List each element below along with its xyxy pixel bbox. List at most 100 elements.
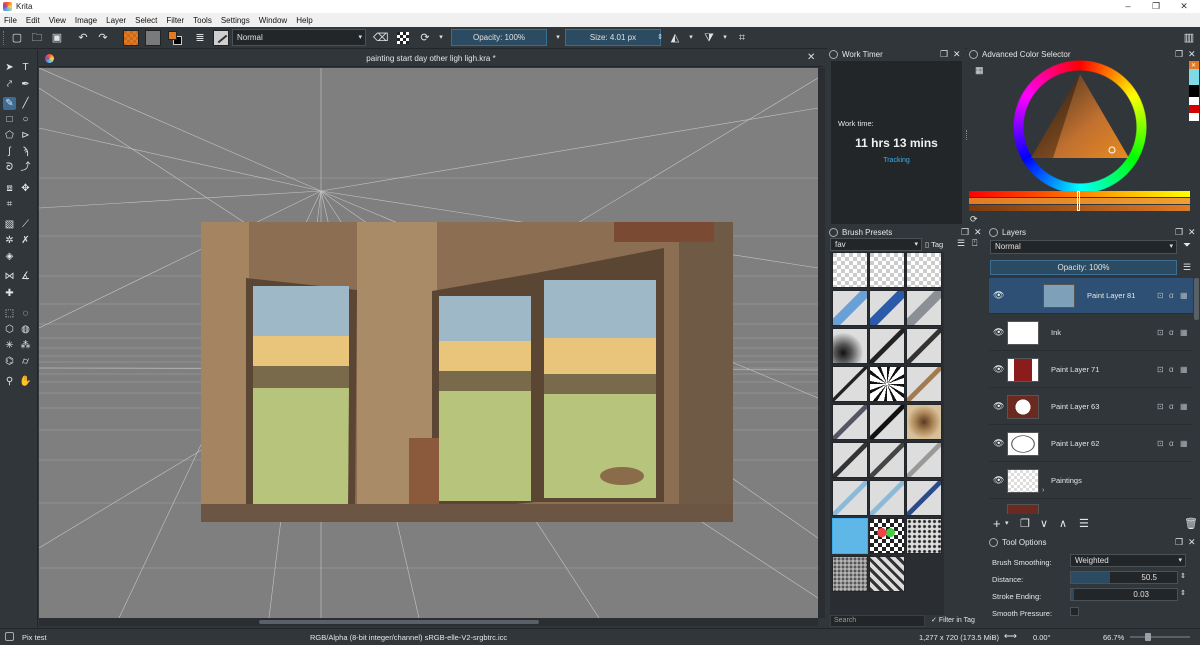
ellipse-tool-icon[interactable]: ○ — [19, 113, 32, 126]
add-layer-icon[interactable]: + — [993, 516, 1001, 531]
calligraphy-tool-icon[interactable]: ✒ — [19, 78, 32, 91]
line-tool-icon[interactable]: ╱ — [19, 97, 32, 110]
select-shapes-tool-icon[interactable]: ➤ — [3, 61, 16, 74]
brush-preset-tile[interactable] — [832, 480, 868, 516]
freehand-selection-tool-icon[interactable]: ◍ — [19, 323, 32, 336]
lock-icon[interactable]: ⊡ — [1157, 328, 1164, 337]
dynamic-brush-tool-icon[interactable]: ᘐ — [3, 161, 16, 174]
visibility-eye-icon[interactable]: 👁 — [993, 475, 1004, 486]
maximize-icon[interactable]: ❐ — [1146, 1, 1166, 12]
refresh-icon[interactable]: ⟳ — [970, 214, 978, 225]
move-layer-down-icon[interactable]: ∨ — [1040, 517, 1048, 530]
smart-patch-tool-icon[interactable]: ✗ — [19, 234, 32, 247]
layer-item[interactable]: 👁 Paint Layer 71 ⊡ α ▦ — [989, 352, 1193, 388]
brush-preset-tile[interactable] — [906, 328, 942, 364]
tag-button[interactable]: ▯ Tag — [925, 238, 950, 251]
layer-item[interactable]: 👁 Paint Layer 62 ⊡ α ▦ — [989, 426, 1193, 462]
brush-preset-tile[interactable] — [869, 518, 905, 554]
similar-color-selection-tool-icon[interactable]: ⁂ — [19, 339, 32, 352]
gradient-tool-icon[interactable]: ▧ — [3, 218, 16, 231]
layer-opacity-slider[interactable]: Opacity: 100% — [990, 260, 1177, 275]
rotation-icon[interactable]: ⟷ — [1004, 631, 1017, 642]
brush-preset-tile[interactable] — [906, 252, 942, 288]
brush-preset-tile[interactable] — [869, 366, 905, 402]
brush-search-input[interactable]: Search — [830, 615, 925, 627]
visibility-eye-icon[interactable]: 👁 — [993, 290, 1004, 301]
preserve-alpha-icon[interactable] — [397, 32, 409, 44]
close-history-icon[interactable]: ✕ — [1191, 62, 1196, 69]
chevron-down-icon[interactable]: ▾ — [718, 31, 732, 45]
color-selector-settings-icon[interactable]: ▦ — [975, 65, 984, 76]
brush-preset-tile[interactable] — [906, 366, 942, 402]
visibility-eye-icon[interactable]: 👁 — [993, 327, 1004, 338]
freehand-brush-tool-icon[interactable]: ✎ — [3, 97, 16, 110]
brush-preset-tile[interactable] — [869, 328, 905, 364]
layer-properties-icon[interactable]: ☰ — [1079, 517, 1089, 530]
brush-preset-tile[interactable] — [832, 328, 868, 364]
brush-preset-tile[interactable] — [869, 252, 905, 288]
pan-tool-icon[interactable]: ✋ — [19, 375, 32, 388]
brush-settings-icon[interactable]: ≣ — [193, 31, 207, 45]
save-icon[interactable]: ▣ — [50, 31, 64, 45]
alpha-lock-icon[interactable]: α — [1169, 365, 1174, 374]
rectangle-tool-icon[interactable]: □ — [3, 113, 16, 126]
brush-preset-tile[interactable] — [869, 442, 905, 478]
move-layer-up-icon[interactable]: ∧ — [1059, 517, 1067, 530]
stroke-ending-slider[interactable]: 0.03 — [1070, 588, 1178, 601]
colorize-mask-tool-icon[interactable]: ✲ — [3, 234, 16, 247]
list-view-icon[interactable]: ☰ — [957, 238, 965, 249]
blend-mode-select[interactable]: Normal ▾ — [232, 29, 366, 46]
delete-layer-icon[interactable]: 🗑 — [1184, 517, 1198, 530]
document-tab-title[interactable]: painting start day other ligh ligh.kra * — [39, 54, 823, 63]
elliptical-selection-tool-icon[interactable]: ◌ — [19, 307, 32, 320]
redo-icon[interactable]: ↷ — [96, 31, 110, 45]
pattern-selector-icon[interactable] — [145, 30, 161, 46]
brush-preset-tile[interactable] — [832, 290, 868, 326]
wrap-around-icon[interactable]: ⌗ — [735, 31, 749, 45]
inherit-alpha-icon[interactable]: ▦ — [1180, 402, 1188, 411]
rectangular-selection-tool-icon[interactable]: ⬚ — [3, 307, 16, 320]
polyline-tool-icon[interactable]: ⊳ — [19, 129, 32, 142]
inherit-alpha-icon[interactable]: ▦ — [1180, 328, 1188, 337]
close-docker-icon[interactable]: ✕ — [1188, 226, 1196, 239]
size-slider[interactable]: Size: 4.01 px — [565, 29, 661, 46]
zoom-tool-icon[interactable]: ⚲ — [3, 375, 16, 388]
brush-preset-tile[interactable] — [869, 404, 905, 440]
hsv-sliders[interactable] — [969, 191, 1190, 211]
smooth-pressure-checkbox[interactable] — [1070, 607, 1079, 616]
horizontal-scrollbar-thumb[interactable] — [259, 620, 539, 624]
reference-images-tool-icon[interactable]: ✚ — [3, 287, 16, 300]
close-docker-icon[interactable]: ✕ — [1188, 48, 1196, 61]
open-folder-icon[interactable]: 🗀 — [30, 31, 44, 45]
menu-window[interactable]: Window — [259, 16, 287, 25]
brush-preset-tile[interactable] — [906, 442, 942, 478]
color-space-info[interactable]: RGB/Alpha (8-bit integer/channel) sRGB-e… — [310, 633, 507, 642]
layer-item[interactable] — [989, 500, 1193, 514]
menu-help[interactable]: Help — [296, 16, 312, 25]
new-document-icon[interactable]: ▢ — [10, 31, 24, 45]
brush-preset-tile[interactable] — [906, 480, 942, 516]
opacity-slider[interactable]: Opacity: 100% — [451, 29, 547, 46]
transform-tool-icon[interactable]: ⧈ — [3, 182, 16, 195]
filter-icon[interactable]: ⏷ — [1183, 240, 1191, 251]
menu-layer[interactable]: Layer — [106, 16, 126, 25]
fg-bg-color-icon[interactable] — [167, 30, 183, 46]
brush-smoothing-select[interactable]: Weighted ▾ — [1070, 554, 1186, 567]
menu-tools[interactable]: Tools — [193, 16, 212, 25]
menu-file[interactable]: File — [4, 16, 17, 25]
brush-preset-tile[interactable] — [906, 404, 942, 440]
layer-list-scrollbar[interactable] — [1194, 278, 1199, 320]
stroke-ending-stepper-icon[interactable]: ⇕ — [1180, 589, 1186, 597]
fill-tool-icon[interactable]: ◈ — [3, 250, 16, 263]
layer-group-item[interactable]: 👁 Paintings › — [989, 463, 1193, 499]
close-docker-icon[interactable]: ✕ — [1188, 536, 1196, 549]
contiguous-selection-tool-icon[interactable]: ✳ — [3, 339, 16, 352]
layer-blend-mode-select[interactable]: Normal ▾ — [990, 240, 1177, 254]
expand-group-icon[interactable]: › — [1042, 487, 1044, 494]
freehand-path-tool-icon[interactable]: ϡ — [19, 145, 32, 158]
brush-preset-tile-selected[interactable] — [832, 518, 868, 554]
visibility-eye-icon[interactable]: 👁 — [993, 401, 1004, 412]
float-docker-icon[interactable]: ❐ — [1175, 226, 1183, 239]
alpha-lock-icon[interactable]: α — [1169, 439, 1174, 448]
color-wheel[interactable] — [1013, 60, 1147, 194]
